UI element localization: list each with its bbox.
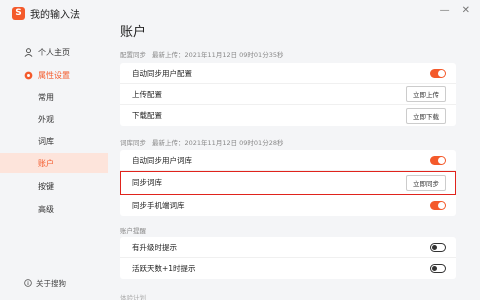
sidebar-item-label: 个人主页 <box>38 47 70 57</box>
sync-now-button[interactable]: 立即同步 <box>406 174 446 191</box>
gear-icon <box>22 71 34 80</box>
section-header-account-reminder: 账户提醒 <box>120 225 146 235</box>
section-header-experience-plan: 体验计划 <box>120 294 146 300</box>
download-now-button[interactable]: 立即下载 <box>406 107 446 124</box>
main-panel: — ✕ 账户 配置同步 最新上传：2021年11月12日 09时01分35秒 自动… <box>108 0 480 300</box>
section-header-dict-sync: 词库同步 最新上传：2021年11月12日 09时01分28秒 <box>120 137 283 147</box>
setting-row-download-config: 下载配置 立即下载 <box>120 105 456 126</box>
setting-row-sync-dict: 同步词库 立即同步 <box>120 171 456 195</box>
config-sync-card: 自动同步用户配置 上传配置 立即上传 下载配置 立即下载 <box>120 63 456 126</box>
last-upload-time: 最新上传：2021年11月12日 09时01分28秒 <box>152 139 284 147</box>
sidebar-subitem-appearance[interactable]: 外观 <box>0 109 108 129</box>
section-title: 词库同步 <box>120 139 146 147</box>
setting-label: 同步手机端词库 <box>132 201 185 210</box>
account-reminder-card: 有升级时提示 活跃天数+1时提示 <box>120 237 456 279</box>
sidebar-subitem-common[interactable]: 常用 <box>0 87 108 107</box>
sidebar-item-settings[interactable]: 属性设置 <box>0 65 108 85</box>
section-header-config-sync: 配置同步 最新上传：2021年11月12日 09时01分35秒 <box>120 49 283 59</box>
sidebar-subitem-label: 账户 <box>38 158 54 168</box>
last-upload-time: 最新上传：2021年11月12日 09时01分35秒 <box>152 51 284 59</box>
setting-label: 自动同步用户词库 <box>132 155 192 165</box>
window-controls: — ✕ <box>440 5 470 16</box>
active-days-reminder-toggle[interactable] <box>430 264 446 273</box>
upload-now-button[interactable]: 立即上传 <box>406 86 446 102</box>
sidebar-subitem-label: 高级 <box>38 204 54 214</box>
setting-row-auto-sync-config: 自动同步用户配置 <box>120 63 456 84</box>
sidebar-subitem-label: 外观 <box>38 114 54 124</box>
sync-mobile-dict-toggle[interactable] <box>430 201 446 210</box>
section-title: 配置同步 <box>120 51 146 59</box>
sidebar-subitem-label: 词库 <box>38 136 54 146</box>
sidebar-subitem-label: 常用 <box>38 92 54 102</box>
auto-sync-dict-toggle[interactable] <box>430 155 446 165</box>
sidebar-subitem-advanced[interactable]: 高级 <box>0 199 108 219</box>
app-name: 我的输入法 <box>30 9 80 21</box>
setting-row-sync-mobile-dict: 同步手机端词库 <box>120 195 456 216</box>
setting-label: 活跃天数+1时提示 <box>132 264 196 273</box>
sidebar: S 我的输入法 个人主页 属性设置 常用 外观 词库 账户 按键 高级 关于搜狗 <box>0 0 108 300</box>
setting-row-active-days-reminder: 活跃天数+1时提示 <box>120 258 456 279</box>
setting-row-upgrade-reminder: 有升级时提示 <box>120 237 456 258</box>
setting-label: 同步词库 <box>132 178 162 187</box>
about-label: 关于搜狗 <box>36 278 66 288</box>
setting-label: 自动同步用户配置 <box>132 68 192 78</box>
dict-sync-card: 自动同步用户词库 同步词库 立即同步 同步手机端词库 <box>120 150 456 216</box>
upgrade-reminder-toggle[interactable] <box>430 242 446 252</box>
sidebar-subitem-dictionary[interactable]: 词库 <box>0 131 108 151</box>
setting-label: 有升级时提示 <box>132 242 177 252</box>
setting-row-auto-sync-dict: 自动同步用户词库 <box>120 150 456 171</box>
setting-row-upload-config: 上传配置 立即上传 <box>120 84 456 105</box>
sidebar-subitem-account[interactable]: 账户 <box>0 153 108 173</box>
app-title: S 我的输入法 <box>12 5 80 21</box>
close-icon[interactable]: ✕ <box>462 5 470 16</box>
page-title: 账户 <box>120 25 147 40</box>
sidebar-subitem-label: 按键 <box>38 181 54 191</box>
app-logo-icon: S <box>12 6 25 20</box>
sidebar-item-profile[interactable]: 个人主页 <box>0 42 108 62</box>
auto-sync-config-toggle[interactable] <box>430 68 446 78</box>
minimize-icon[interactable]: — <box>440 5 450 16</box>
info-icon <box>24 279 32 287</box>
sidebar-item-label: 属性设置 <box>38 70 70 80</box>
user-icon <box>22 47 34 57</box>
section-title: 账户提醒 <box>120 227 146 235</box>
setting-label: 下载配置 <box>132 111 162 120</box>
setting-label: 上传配置 <box>132 89 162 99</box>
sidebar-subitem-keys[interactable]: 按键 <box>0 176 108 196</box>
about-button[interactable]: 关于搜狗 <box>0 275 108 291</box>
